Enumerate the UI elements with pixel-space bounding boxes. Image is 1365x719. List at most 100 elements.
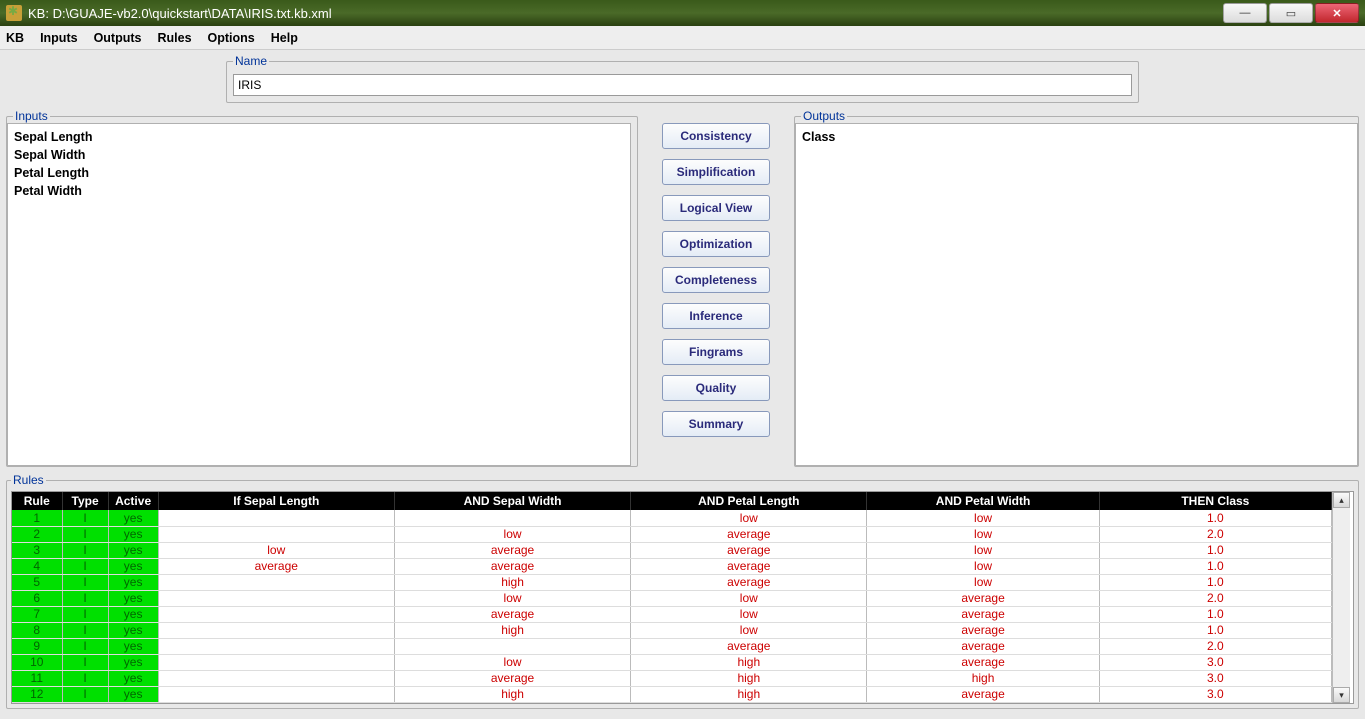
rules-cell[interactable]: low bbox=[631, 606, 867, 622]
rules-cell[interactable]: 2.0 bbox=[1099, 638, 1331, 654]
rules-cell[interactable]: high bbox=[867, 670, 1099, 686]
rules-cell[interactable]: average bbox=[631, 638, 867, 654]
rules-cell[interactable]: average bbox=[394, 542, 630, 558]
rules-cell-type[interactable]: I bbox=[62, 590, 108, 606]
rules-cell[interactable]: average bbox=[867, 638, 1099, 654]
rules-cell[interactable]: low bbox=[631, 622, 867, 638]
rules-cell[interactable]: low bbox=[867, 510, 1099, 526]
rules-cell[interactable] bbox=[158, 622, 394, 638]
rules-cell[interactable] bbox=[158, 670, 394, 686]
rules-cell-type[interactable]: I bbox=[62, 622, 108, 638]
rules-cell-active[interactable]: yes bbox=[108, 670, 158, 686]
rules-cell[interactable]: high bbox=[631, 670, 867, 686]
input-item[interactable]: Petal Length bbox=[14, 164, 624, 182]
menu-options[interactable]: Options bbox=[208, 31, 255, 45]
rules-cell-type[interactable]: I bbox=[62, 526, 108, 542]
rules-cell-type[interactable]: I bbox=[62, 638, 108, 654]
rules-cell[interactable]: 1.0 bbox=[1099, 606, 1331, 622]
rules-cell[interactable] bbox=[158, 574, 394, 590]
rules-cell[interactable] bbox=[158, 526, 394, 542]
table-row[interactable]: 3Iyeslowaverageaveragelow1.0 bbox=[12, 542, 1332, 558]
consistency-button[interactable]: Consistency bbox=[662, 123, 770, 149]
quality-button[interactable]: Quality bbox=[662, 375, 770, 401]
rules-cell-rule[interactable]: 7 bbox=[12, 606, 62, 622]
rules-cell[interactable]: low bbox=[394, 654, 630, 670]
rules-cell-type[interactable]: I bbox=[62, 510, 108, 526]
rules-cell[interactable]: 2.0 bbox=[1099, 526, 1331, 542]
rules-cell[interactable]: average bbox=[394, 670, 630, 686]
menu-outputs[interactable]: Outputs bbox=[94, 31, 142, 45]
rules-cell[interactable]: average bbox=[158, 558, 394, 574]
rules-cell-rule[interactable]: 4 bbox=[12, 558, 62, 574]
inference-button[interactable]: Inference bbox=[662, 303, 770, 329]
rules-cell-type[interactable]: I bbox=[62, 654, 108, 670]
rules-cell[interactable]: low bbox=[867, 526, 1099, 542]
rules-cell[interactable]: low bbox=[867, 574, 1099, 590]
input-item[interactable]: Petal Width bbox=[14, 182, 624, 200]
table-row[interactable]: 4Iyesaverageaverageaveragelow1.0 bbox=[12, 558, 1332, 574]
rules-cell[interactable]: average bbox=[394, 558, 630, 574]
rules-cell[interactable]: average bbox=[867, 686, 1099, 702]
rules-cell[interactable] bbox=[394, 638, 630, 654]
rules-cell-active[interactable]: yes bbox=[108, 622, 158, 638]
close-button[interactable]: ✕ bbox=[1315, 3, 1359, 23]
rules-cell[interactable]: high bbox=[631, 654, 867, 670]
rules-cell[interactable] bbox=[158, 590, 394, 606]
rules-cell[interactable]: 1.0 bbox=[1099, 510, 1331, 526]
table-row[interactable]: 10Iyeslowhighaverage3.0 bbox=[12, 654, 1332, 670]
scroll-up-icon[interactable]: ▴ bbox=[1333, 492, 1350, 508]
rules-cell[interactable]: high bbox=[394, 686, 630, 702]
table-row[interactable]: 6Iyeslowlowaverage2.0 bbox=[12, 590, 1332, 606]
rules-cell[interactable]: 2.0 bbox=[1099, 590, 1331, 606]
rules-cell-type[interactable]: I bbox=[62, 670, 108, 686]
rules-cell[interactable]: average bbox=[631, 558, 867, 574]
menu-rules[interactable]: Rules bbox=[157, 31, 191, 45]
rules-cell[interactable]: average bbox=[631, 542, 867, 558]
name-input[interactable] bbox=[233, 74, 1132, 96]
menu-kb[interactable]: KB bbox=[6, 31, 24, 45]
rules-col-header[interactable]: Rule bbox=[12, 492, 62, 510]
table-row[interactable]: 9Iyesaverageaverage2.0 bbox=[12, 638, 1332, 654]
table-row[interactable]: 12Iyeshighhighaverage3.0 bbox=[12, 686, 1332, 702]
rules-col-header[interactable]: Type bbox=[62, 492, 108, 510]
rules-cell-rule[interactable]: 2 bbox=[12, 526, 62, 542]
output-item[interactable]: Class bbox=[802, 128, 1351, 146]
rules-cell-type[interactable]: I bbox=[62, 558, 108, 574]
rules-cell-type[interactable]: I bbox=[62, 542, 108, 558]
rules-cell-rule[interactable]: 5 bbox=[12, 574, 62, 590]
rules-cell-active[interactable]: yes bbox=[108, 526, 158, 542]
rules-cell[interactable]: average bbox=[631, 574, 867, 590]
minimize-button[interactable]: — bbox=[1223, 3, 1267, 23]
rules-cell[interactable]: low bbox=[631, 510, 867, 526]
rules-cell[interactable]: 1.0 bbox=[1099, 574, 1331, 590]
rules-cell-active[interactable]: yes bbox=[108, 686, 158, 702]
summary-button[interactable]: Summary bbox=[662, 411, 770, 437]
rules-cell-active[interactable]: yes bbox=[108, 654, 158, 670]
input-item[interactable]: Sepal Width bbox=[14, 146, 624, 164]
table-row[interactable]: 1Iyeslowlow1.0 bbox=[12, 510, 1332, 526]
rules-cell[interactable] bbox=[158, 654, 394, 670]
completeness-button[interactable]: Completeness bbox=[662, 267, 770, 293]
menu-inputs[interactable]: Inputs bbox=[40, 31, 78, 45]
rules-cell[interactable]: average bbox=[631, 526, 867, 542]
rules-cell-rule[interactable]: 6 bbox=[12, 590, 62, 606]
rules-cell[interactable]: 1.0 bbox=[1099, 542, 1331, 558]
rules-cell[interactable] bbox=[158, 606, 394, 622]
rules-table[interactable]: RuleTypeActiveIf Sepal LengthAND Sepal W… bbox=[12, 492, 1332, 703]
rules-cell[interactable]: low bbox=[394, 526, 630, 542]
rules-cell[interactable]: average bbox=[867, 606, 1099, 622]
rules-scrollbar[interactable]: ▴ ▾ bbox=[1332, 492, 1350, 703]
rules-cell[interactable] bbox=[158, 638, 394, 654]
rules-cell-active[interactable]: yes bbox=[108, 638, 158, 654]
rules-cell-rule[interactable]: 1 bbox=[12, 510, 62, 526]
rules-col-header[interactable]: AND Petal Width bbox=[867, 492, 1099, 510]
rules-col-header[interactable]: If Sepal Length bbox=[158, 492, 394, 510]
maximize-button[interactable]: ▭ bbox=[1269, 3, 1313, 23]
table-row[interactable]: 5Iyeshighaveragelow1.0 bbox=[12, 574, 1332, 590]
table-row[interactable]: 2Iyeslowaveragelow2.0 bbox=[12, 526, 1332, 542]
table-row[interactable]: 7Iyesaveragelowaverage1.0 bbox=[12, 606, 1332, 622]
rules-cell[interactable]: average bbox=[867, 654, 1099, 670]
rules-col-header[interactable]: AND Petal Length bbox=[631, 492, 867, 510]
rules-cell-rule[interactable]: 8 bbox=[12, 622, 62, 638]
rules-cell-active[interactable]: yes bbox=[108, 558, 158, 574]
